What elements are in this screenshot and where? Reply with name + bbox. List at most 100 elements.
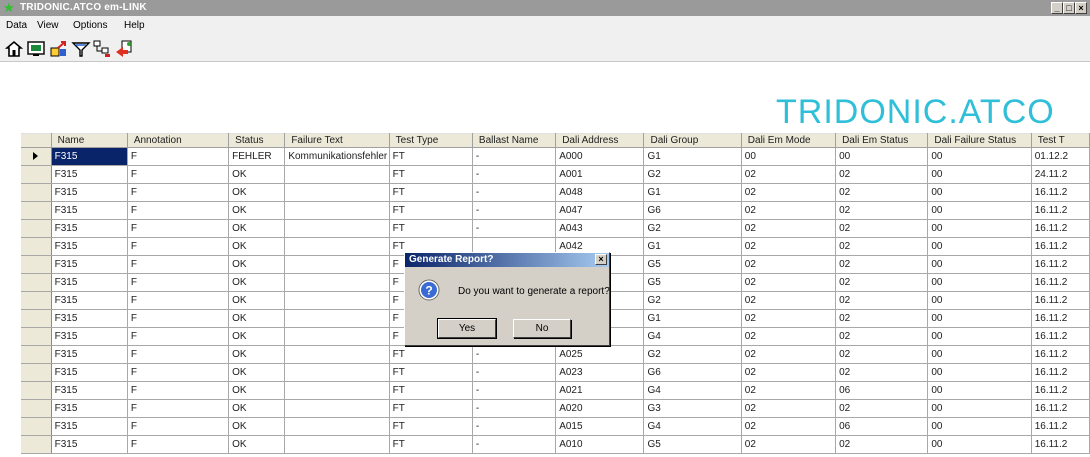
table-cell[interactable]: 02: [835, 219, 929, 238]
table-cell[interactable]: F: [127, 147, 230, 166]
table-cell[interactable]: 02: [835, 363, 929, 382]
table-cell[interactable]: 00: [927, 345, 1032, 364]
table-cell[interactable]: A001: [555, 165, 645, 184]
table-cell[interactable]: 02: [835, 237, 929, 256]
table-cell[interactable]: 16.11.2: [1031, 219, 1090, 238]
table-cell[interactable]: 02: [835, 273, 929, 292]
table-cell[interactable]: F: [127, 219, 230, 238]
table-cell[interactable]: F315: [51, 435, 128, 454]
table-cell[interactable]: OK: [228, 255, 286, 274]
table-cell[interactable]: F315: [51, 147, 128, 166]
table-cell[interactable]: FT: [389, 345, 473, 364]
table-cell[interactable]: A043: [555, 219, 645, 238]
table-cell[interactable]: 02: [835, 291, 929, 310]
table-cell[interactable]: G4: [643, 327, 742, 346]
table-cell[interactable]: 00: [927, 381, 1032, 400]
table-cell[interactable]: F: [127, 183, 230, 202]
table-cell[interactable]: A020: [555, 399, 645, 418]
table-cell[interactable]: 00: [927, 201, 1032, 220]
table-cell[interactable]: G4: [643, 417, 742, 436]
column-header[interactable]: Dali Group: [643, 133, 742, 148]
table-cell[interactable]: F: [127, 345, 230, 364]
table-cell[interactable]: F315: [51, 327, 128, 346]
table-cell[interactable]: [284, 327, 390, 346]
table-cell[interactable]: -: [472, 165, 557, 184]
table-cell[interactable]: [284, 309, 390, 328]
table-cell[interactable]: [284, 363, 390, 382]
table-cell[interactable]: 00: [927, 363, 1032, 382]
table-cell[interactable]: F: [127, 309, 230, 328]
table-cell[interactable]: 02: [835, 327, 929, 346]
table-cell[interactable]: 16.11.2: [1031, 363, 1090, 382]
table-cell[interactable]: G2: [643, 291, 742, 310]
table-cell[interactable]: [284, 183, 390, 202]
row-selector[interactable]: [21, 255, 52, 274]
table-cell[interactable]: OK: [228, 183, 286, 202]
table-row[interactable]: F315 F OK FT - A048 G1 02 02 00 16.11.2: [21, 183, 1090, 202]
column-header[interactable]: Ballast Name: [472, 133, 557, 148]
table-cell[interactable]: OK: [228, 309, 286, 328]
table-cell[interactable]: F315: [51, 291, 128, 310]
row-selector[interactable]: [21, 327, 52, 346]
table-cell[interactable]: F315: [51, 201, 128, 220]
table-cell[interactable]: 06: [835, 381, 929, 400]
table-cell[interactable]: A025: [555, 345, 645, 364]
table-cell[interactable]: FT: [389, 183, 473, 202]
table-cell[interactable]: F315: [51, 183, 128, 202]
close-button[interactable]: ×: [1075, 2, 1087, 14]
table-cell[interactable]: [284, 417, 390, 436]
table-cell[interactable]: 02: [835, 201, 929, 220]
table-cell[interactable]: 02: [741, 381, 837, 400]
table-cell[interactable]: -: [472, 183, 557, 202]
row-selector[interactable]: [21, 219, 52, 238]
table-cell[interactable]: F315: [51, 363, 128, 382]
table-cell[interactable]: 02: [835, 345, 929, 364]
table-cell[interactable]: 16.11.2: [1031, 327, 1090, 346]
column-header[interactable]: Status: [228, 133, 286, 148]
row-selector[interactable]: [21, 147, 52, 166]
table-cell[interactable]: -: [472, 435, 557, 454]
table-cell[interactable]: 16.11.2: [1031, 183, 1090, 202]
column-header[interactable]: Annotation: [127, 133, 230, 148]
table-row[interactable]: F315 F OK FT - A020 G3 02 02 00 16.11.2: [21, 399, 1090, 418]
column-header[interactable]: Dali Em Mode: [741, 133, 837, 148]
table-cell[interactable]: F: [127, 399, 230, 418]
row-selector[interactable]: [21, 435, 52, 454]
dialog-close-button[interactable]: ×: [595, 254, 607, 265]
table-cell[interactable]: F315: [51, 237, 128, 256]
row-selector[interactable]: [21, 309, 52, 328]
table-cell[interactable]: 02: [741, 201, 837, 220]
table-cell[interactable]: F: [127, 417, 230, 436]
table-cell[interactable]: 16.11.2: [1031, 201, 1090, 220]
table-row[interactable]: F315 F OK FT - A025 G2 02 02 00 16.11.2: [21, 345, 1090, 364]
table-cell[interactable]: OK: [228, 273, 286, 292]
table-cell[interactable]: A015: [555, 417, 645, 436]
table-cell[interactable]: 16.11.2: [1031, 435, 1090, 454]
table-cell[interactable]: A023: [555, 363, 645, 382]
table-cell[interactable]: 00: [741, 147, 837, 166]
table-cell[interactable]: A021: [555, 381, 645, 400]
table-cell[interactable]: 00: [927, 399, 1032, 418]
table-cell[interactable]: [284, 219, 390, 238]
report-icon[interactable]: [114, 39, 134, 58]
table-cell[interactable]: 02: [741, 165, 837, 184]
table-cell[interactable]: FT: [389, 363, 473, 382]
table-cell[interactable]: 16.11.2: [1031, 417, 1090, 436]
table-cell[interactable]: OK: [228, 417, 286, 436]
table-cell[interactable]: F315: [51, 399, 128, 418]
table-cell[interactable]: [284, 381, 390, 400]
row-selector[interactable]: [21, 291, 52, 310]
table-cell[interactable]: 02: [741, 255, 837, 274]
row-selector[interactable]: [21, 201, 52, 220]
table-row[interactable]: F315 F OK FT - A010 G5 02 02 00 16.11.2: [21, 435, 1090, 454]
table-cell[interactable]: A047: [555, 201, 645, 220]
column-header[interactable]: Test T: [1031, 133, 1090, 148]
table-cell[interactable]: Kommunikationsfehler: [284, 147, 390, 166]
table-row[interactable]: F315 F OK FT - A043 G2 02 02 00 16.11.2: [21, 219, 1090, 238]
table-cell[interactable]: G1: [643, 237, 742, 256]
table-cell[interactable]: [284, 237, 390, 256]
table-cell[interactable]: 02: [835, 399, 929, 418]
table-cell[interactable]: 02: [835, 255, 929, 274]
table-cell[interactable]: 02: [741, 435, 837, 454]
menu-view[interactable]: View: [37, 20, 59, 32]
